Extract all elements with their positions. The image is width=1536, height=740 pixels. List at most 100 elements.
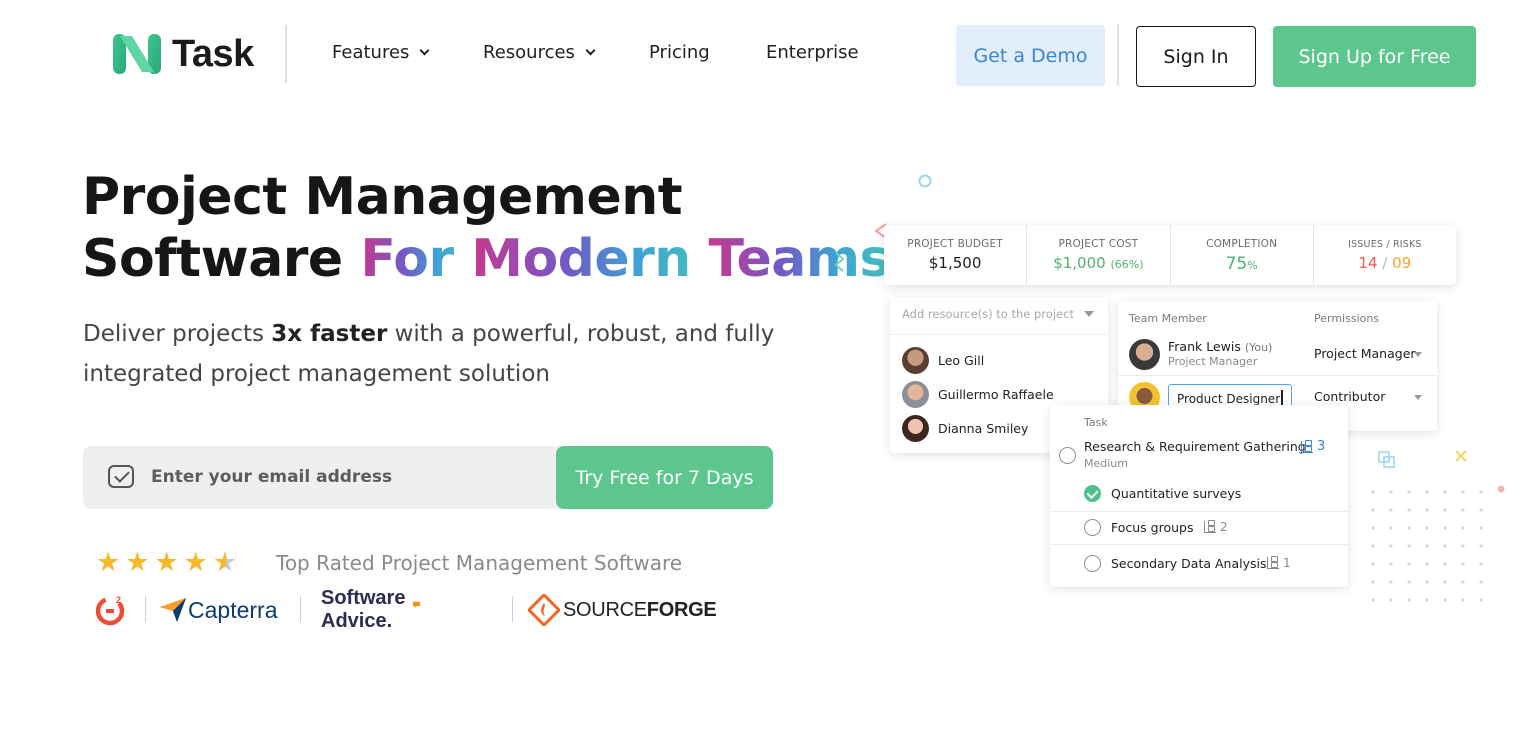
logo-text: Task [172, 32, 254, 75]
completion-value: 75 [1225, 254, 1248, 274]
nav-enterprise-label: Enterprise [766, 41, 859, 63]
grid-dot [1389, 526, 1393, 530]
star-icon: ★ [96, 547, 121, 578]
subtask-count-value: 1 [1283, 556, 1291, 570]
grid-dot [1479, 544, 1483, 548]
avatar [902, 414, 929, 442]
stat-label: ISSUES / RISKS [1348, 239, 1422, 250]
decorative-cross [1455, 450, 1467, 462]
task-divider [1050, 544, 1348, 545]
avatar [902, 346, 929, 374]
grid-dot [1461, 544, 1465, 548]
nav-resources[interactable]: Resources [483, 38, 596, 66]
grid-dot [1407, 580, 1411, 584]
member-name: Frank Lewis (You) [1168, 339, 1272, 354]
add-resource-dropdown[interactable]: Add resource(s) to the project [890, 297, 1108, 335]
nav-features[interactable]: Features [332, 38, 430, 66]
capterra-logo: Capterra [160, 592, 277, 628]
grid-dot [1371, 508, 1375, 512]
list-item[interactable]: Leo Gill [890, 343, 1108, 377]
stat-value: 14 / 09 [1314, 254, 1456, 272]
caret-down-icon [1414, 352, 1422, 357]
task-title: Research & Requirement Gathering [1084, 439, 1306, 454]
hero-title-line1: Project Management [82, 167, 683, 227]
grid-dot [1461, 562, 1465, 566]
completion-unit: % [1247, 259, 1258, 272]
stat-project-budget: PROJECT BUDGET $1,500 [884, 225, 1028, 285]
table-row: Frank Lewis (You) Project Manager Projec… [1118, 333, 1437, 376]
stat-issues-risks: ISSUES / RISKS 14 / 09 [1314, 225, 1456, 285]
stat-label: PROJECT BUDGET [907, 238, 1003, 250]
resource-name: Dianna Smiley [938, 420, 1029, 436]
permission-select[interactable]: Contributor [1314, 389, 1385, 404]
software-advice-logo: Software Advice. [321, 587, 421, 632]
subtask-count-value: 3 [1317, 439, 1326, 454]
nav-features-label: Features [332, 41, 410, 63]
grid-dot [1407, 562, 1411, 566]
nav-pricing[interactable]: Pricing [649, 38, 710, 66]
grid-dot [1443, 508, 1447, 512]
subtask-icon [1267, 556, 1279, 569]
star-icon: ★ [183, 547, 208, 578]
grid-dot [1443, 580, 1447, 584]
chevron-down-icon [585, 45, 596, 55]
grid-dot [1407, 490, 1411, 494]
avatar [902, 380, 929, 408]
header-divider [285, 25, 287, 83]
sign-in-button[interactable]: Sign In [1136, 26, 1256, 87]
grid-dot [1371, 580, 1375, 584]
tasks-card: Task Research & Requirement Gathering Me… [1050, 405, 1348, 587]
grid-dot [1425, 490, 1429, 494]
hero-subtitle-pre: Deliver projects [83, 321, 272, 347]
caret-down-icon [1084, 311, 1094, 317]
hero-title-for: For [360, 229, 472, 289]
caret-down-icon [1414, 395, 1422, 400]
task-checkbox[interactable] [1084, 519, 1101, 536]
task-checkbox-checked[interactable] [1084, 485, 1101, 502]
sourceforge-diamond-icon [528, 594, 560, 626]
grid-dot [1425, 526, 1429, 530]
capterra-text: Capterra [188, 596, 278, 623]
add-resource-placeholder: Add resource(s) to the project [902, 307, 1074, 321]
star-icon: ★ [125, 547, 150, 578]
sign-up-button[interactable]: Sign Up for Free [1273, 26, 1476, 87]
star-icon: ★ [154, 547, 179, 578]
capterra-arrow-icon [160, 598, 186, 622]
logo[interactable]: Task [112, 32, 254, 76]
hero-subtitle-bold: 3x faster [271, 321, 388, 347]
grid-dot [1389, 562, 1393, 566]
grid-dot [1407, 598, 1411, 602]
grid-dot [1371, 598, 1375, 602]
brand-divider [512, 596, 513, 622]
grid-dot [1389, 508, 1393, 512]
stat-project-cost: PROJECT COST $1,000 (66%) [1027, 225, 1171, 285]
grid-dot [1407, 526, 1411, 530]
grid-dot [1371, 562, 1375, 566]
member-name-text: Frank Lewis [1168, 339, 1241, 354]
rating-stars: ★ ★ ★ ★ ★ [96, 548, 237, 578]
subtask-count: 2 [1204, 520, 1228, 534]
grid-dot [1407, 544, 1411, 548]
grid-dot [1425, 562, 1429, 566]
task-divider [1050, 511, 1348, 512]
task-checkbox[interactable] [1084, 555, 1101, 572]
grid-dot [1479, 598, 1483, 602]
header-button-divider [1117, 24, 1119, 86]
subtask-icon [1301, 439, 1313, 453]
grid-dot [1443, 562, 1447, 566]
permission-select[interactable]: Project Manager [1314, 346, 1416, 361]
resource-name: Leo Gill [938, 352, 985, 368]
email-input[interactable] [151, 456, 551, 498]
nav-enterprise[interactable]: Enterprise [766, 38, 859, 66]
grid-dot [1371, 544, 1375, 548]
get-demo-button[interactable]: Get a Demo [956, 25, 1105, 86]
stat-label: COMPLETION [1206, 238, 1278, 250]
grid-dot [1443, 490, 1447, 494]
hero-subtitle: Deliver projects 3x faster with a powerf… [83, 314, 803, 394]
grid-dot [1425, 598, 1429, 602]
stat-completion: COMPLETION 75% [1171, 225, 1314, 285]
stat-value: $1,000 (66%) [1027, 254, 1169, 272]
mail-icon [108, 465, 134, 488]
try-free-button[interactable]: Try Free for 7 Days [556, 446, 773, 509]
task-checkbox[interactable] [1059, 447, 1076, 464]
